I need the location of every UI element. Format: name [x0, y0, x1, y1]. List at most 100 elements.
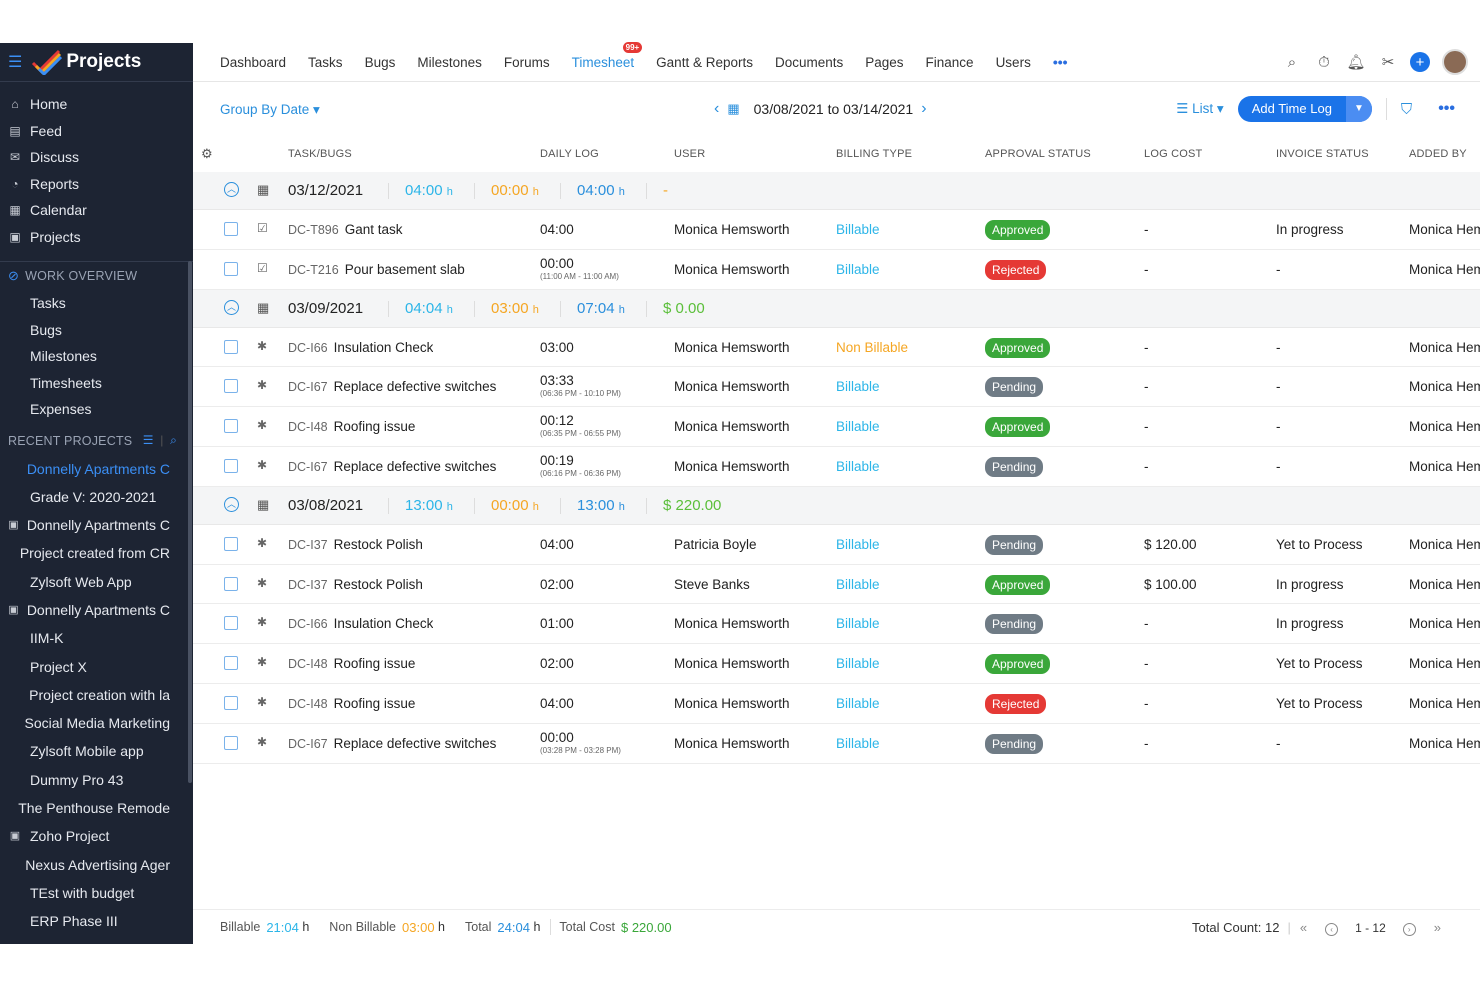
timer-icon[interactable]: ⏱: [1308, 54, 1340, 71]
tools-icon[interactable]: ✂: [1372, 53, 1404, 71]
task-cell[interactable]: DC-I67 Replace defective switches: [288, 736, 496, 751]
sidebar-item-home[interactable]: ⌂ Home: [0, 91, 193, 118]
bell-icon[interactable]: 🔔︎: [1340, 53, 1372, 71]
row-checkbox[interactable]: [224, 222, 238, 236]
recent-project-item[interactable]: Project X: [0, 653, 170, 681]
row-checkbox[interactable]: [224, 261, 238, 276]
recent-project-item[interactable]: ERP Phase III: [0, 907, 170, 935]
status-badge[interactable]: Pending: [985, 614, 1044, 635]
collapse-group-icon[interactable]: ︿: [224, 299, 239, 315]
table-row[interactable]: ✱ DC-I67 Replace defective switches 00:19 (0…: [193, 447, 1480, 487]
row-checkbox[interactable]: [224, 458, 238, 473]
row-checkbox[interactable]: [224, 339, 238, 354]
tab-tasks[interactable]: Tasks: [308, 55, 343, 70]
more-tabs-button[interactable]: •••: [1053, 54, 1068, 70]
tab-dashboard[interactable]: Dashboard: [220, 55, 286, 70]
sidebar-item-milestones[interactable]: Milestones: [0, 343, 193, 370]
column-header-task-bugs[interactable]: TASK/BUGS: [288, 148, 352, 160]
calendar-icon[interactable]: ▦: [727, 101, 739, 117]
recent-project-item[interactable]: Nexus Advertising Ager: [0, 851, 170, 879]
row-checkbox[interactable]: [224, 656, 238, 671]
sidebar-item-timesheets[interactable]: Timesheets: [0, 370, 193, 397]
tab-users[interactable]: Users: [996, 55, 1031, 70]
quick-add-button[interactable]: +: [1410, 52, 1430, 72]
more-options-button[interactable]: •••: [1438, 100, 1455, 118]
recent-project-item[interactable]: Dummy Pro 43: [0, 766, 170, 794]
recent-project-item[interactable]: Grade V: 2020-2021: [0, 483, 170, 511]
row-checkbox[interactable]: [224, 616, 238, 631]
collapse-group-icon[interactable]: ︿: [224, 182, 239, 197]
table-row[interactable]: ☑ DC-T896 Gant task 04:00 Monica Hemsworth Bi…: [193, 210, 1480, 250]
search-icon[interactable]: ⌕: [1276, 54, 1308, 71]
status-badge[interactable]: Rejected: [985, 693, 1047, 714]
status-badge[interactable]: Pending: [985, 534, 1044, 555]
task-cell[interactable]: DC-I66 Insulation Check: [288, 340, 433, 355]
tab-gantt-reports[interactable]: Gantt & Reports: [656, 55, 753, 70]
status-badge[interactable]: Pending: [985, 456, 1044, 477]
recent-project-item[interactable]: ▣ Donnelly Apartments C: [0, 511, 170, 539]
row-checkbox[interactable]: [224, 695, 238, 710]
task-cell[interactable]: DC-I67 Replace defective switches: [288, 379, 496, 394]
view-dropdown[interactable]: ☰ List ▾: [1176, 101, 1223, 117]
tab-forums[interactable]: Forums: [504, 55, 550, 70]
sidebar-item-expenses[interactable]: Expenses: [0, 396, 193, 423]
table-row[interactable]: ✱ DC-I48 Roofing issue 02:00 Monica Hemswort…: [193, 644, 1480, 684]
tab-finance[interactable]: Finance: [926, 55, 974, 70]
tab-documents[interactable]: Documents: [775, 55, 843, 70]
task-cell[interactable]: DC-I37 Restock Polish: [288, 537, 423, 552]
column-settings-icon[interactable]: ⚙: [201, 146, 213, 162]
table-row[interactable]: ✱ DC-I48 Roofing issue 00:12 (06:35 PM - 06:…: [193, 407, 1480, 447]
column-header-approval-status[interactable]: APPROVAL STATUS: [985, 148, 1091, 160]
sidebar-item-calendar[interactable]: ▦ Calendar: [0, 197, 193, 224]
table-row[interactable]: ✱ DC-I37 Restock Polish 02:00 Steve Banks Bil…: [193, 565, 1480, 605]
add-time-log-button[interactable]: Add Time Log ▼: [1237, 96, 1372, 122]
chevron-down-icon[interactable]: ▼: [1345, 96, 1372, 122]
status-badge[interactable]: Pending: [985, 377, 1044, 398]
column-header-invoice-status[interactable]: INVOICE STATUS: [1276, 148, 1369, 160]
recent-project-item[interactable]: ▣ Donnelly Apartments C: [0, 596, 170, 624]
work-overview-header[interactable]: ⊘ WORK OVERVIEW: [0, 262, 193, 290]
table-row[interactable]: ✱ DC-I67 Replace defective switches 00:00 (0…: [193, 724, 1480, 764]
hamburger-menu-icon[interactable]: ☰: [8, 52, 22, 72]
task-cell[interactable]: DC-T216 Pour basement slab: [288, 262, 465, 277]
table-row[interactable]: ✱ DC-I66 Insulation Check 01:00 Monica Hemsw…: [193, 604, 1480, 645]
date-range-label[interactable]: 03/08/2021 to 03/14/2021: [754, 101, 914, 117]
task-cell[interactable]: DC-I48 Roofing issue: [288, 419, 415, 434]
tab-pages[interactable]: Pages: [865, 55, 903, 70]
sidebar-item-tasks[interactable]: Tasks: [0, 290, 193, 317]
table-row[interactable]: ✱ DC-I48 Roofing issue 04:00 Monica Hemswort…: [193, 684, 1480, 724]
filter-settings-icon[interactable]: ☰: [143, 433, 154, 447]
row-checkbox[interactable]: [224, 419, 238, 434]
column-header-added-by[interactable]: ADDED BY: [1409, 148, 1480, 160]
next-page-button[interactable]: ›: [1402, 920, 1416, 936]
column-header-log-cost[interactable]: LOG COST: [1144, 148, 1202, 160]
avatar[interactable]: [1442, 49, 1468, 75]
tab-milestones[interactable]: Milestones: [417, 55, 482, 70]
table-row[interactable]: ✱ DC-I37 Restock Polish 04:00 Patricia Boyle…: [193, 525, 1480, 565]
sidebar-item-bugs[interactable]: Bugs: [0, 317, 193, 344]
task-cell[interactable]: DC-I66 Insulation Check: [288, 616, 433, 631]
column-header-billing-type[interactable]: BILLING TYPE: [836, 148, 912, 160]
sidebar-item-discuss[interactable]: ✉ Discuss: [0, 144, 193, 171]
status-badge[interactable]: Approved: [985, 337, 1051, 358]
recent-project-item[interactable]: Zylsoft Web App: [0, 568, 170, 596]
recent-project-item[interactable]: Donnelly Apartments C: [0, 455, 170, 483]
status-badge[interactable]: Approved: [985, 417, 1051, 438]
sidebar-item-reports[interactable]: ◔ Reports: [0, 171, 193, 198]
filter-icon[interactable]: ⛉: [1401, 101, 1412, 118]
chevron-right-icon[interactable]: ›: [921, 100, 926, 118]
recent-project-item[interactable]: Project creation with la: [0, 681, 170, 709]
sidebar-item-feed[interactable]: ▤ Feed: [0, 118, 193, 145]
prev-page-button[interactable]: ‹: [1325, 920, 1339, 936]
group-by-dropdown[interactable]: Group By Date ▾: [220, 102, 320, 118]
column-header-user[interactable]: USER: [674, 148, 705, 160]
row-checkbox[interactable]: [224, 576, 238, 591]
status-badge[interactable]: Rejected: [985, 259, 1047, 280]
status-badge[interactable]: Approved: [985, 654, 1051, 675]
row-checkbox[interactable]: [224, 735, 238, 750]
first-page-icon[interactable]: «: [1300, 920, 1307, 935]
row-checkbox[interactable]: [224, 536, 238, 551]
row-checkbox[interactable]: [224, 379, 238, 394]
recent-project-item[interactable]: IIM-K: [0, 624, 170, 652]
status-badge[interactable]: Pending: [985, 733, 1044, 754]
